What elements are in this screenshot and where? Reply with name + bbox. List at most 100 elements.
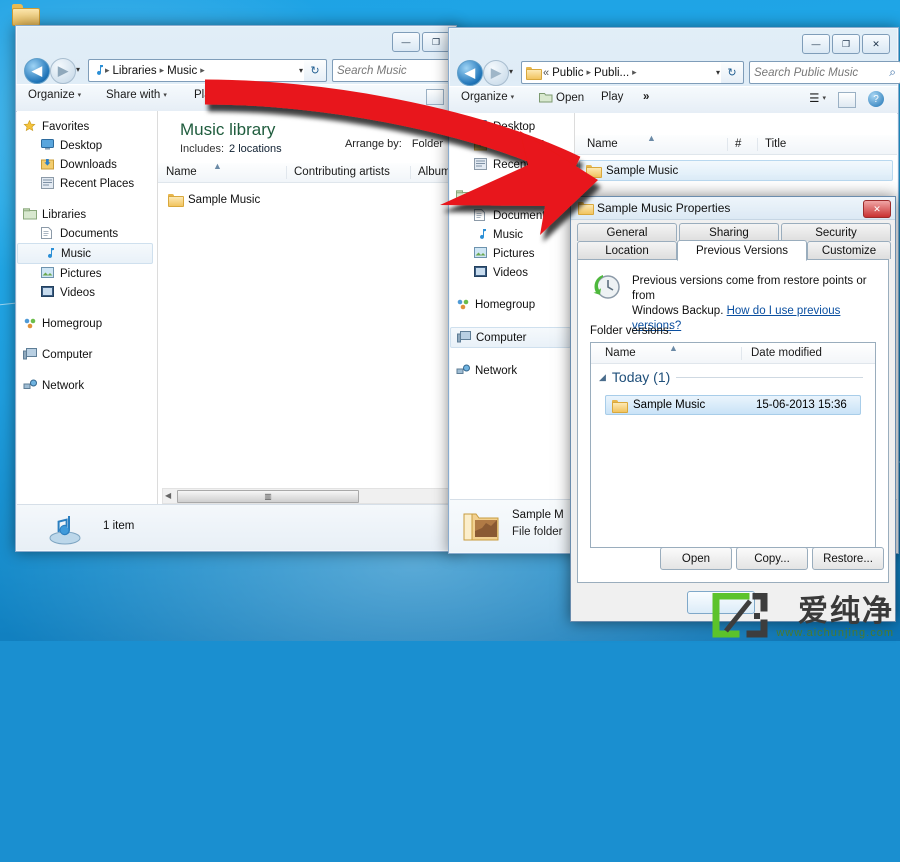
tab-sharing[interactable]: Sharing [679, 223, 779, 241]
more-commands-button[interactable]: » [643, 91, 649, 103]
column-number[interactable]: # [735, 138, 741, 150]
dialog-tabstrip[interactable]: General Sharing Security Location Previo… [577, 223, 891, 263]
sidebar-music[interactable]: Music [450, 225, 574, 244]
list-item[interactable]: Sample Music 15-06-2013 15:36 [605, 395, 861, 415]
column-date-modified[interactable]: Date modified [751, 347, 822, 359]
tab-customize[interactable]: Customize [807, 241, 891, 259]
column-name[interactable]: Name [587, 138, 618, 150]
music-navigation-pane[interactable]: Favorites Desktop Downloads Recent Place… [17, 111, 158, 550]
help-button[interactable]: ? [868, 91, 884, 107]
sidebar-downloads[interactable]: Downloads [450, 136, 574, 155]
maximize-button[interactable]: ❐ [422, 32, 450, 52]
music-window-buttons[interactable]: — ❐ [392, 32, 450, 52]
group-collapse-icon[interactable]: ◢ [599, 372, 606, 383]
column-name[interactable]: Name [605, 347, 636, 359]
restore-button[interactable]: Restore... [812, 547, 884, 570]
play-all-button[interactable]: Play all [194, 89, 231, 101]
new-folder-button[interactable]: New folder [254, 89, 309, 101]
public-window-titlebar[interactable]: — ❐ ✕ [449, 28, 898, 58]
sidebar-libraries[interactable]: Libraries [450, 187, 574, 206]
view-options-button[interactable]: ☰ ▾ [809, 91, 826, 105]
address-bar[interactable]: « Public ▸ Publi... ▸ ▾ [521, 61, 727, 84]
breadcrumb-public-music[interactable]: Publi... [592, 67, 631, 79]
table-row[interactable]: Sample Music [579, 160, 893, 181]
explorer-window-music[interactable]: — ❐ ◀ ▶ ▾ ▸ Libraries ▸ Music ▸ ▾ ↻ Sear… [15, 25, 460, 552]
forward-button[interactable]: ▶ [50, 58, 76, 84]
public-command-bar[interactable]: Organize ▾ Open Play » ☰ ▾ ? [449, 86, 898, 114]
dialog-titlebar[interactable]: Sample Music Properties ✕ [571, 197, 895, 220]
sidebar-documents[interactable]: Documents [17, 224, 157, 243]
recent-locations-caret-icon[interactable]: ▾ [76, 65, 80, 74]
group-header-today[interactable]: ◢ Today (1) [599, 369, 863, 385]
minimize-button[interactable]: — [392, 32, 420, 52]
preview-pane-button[interactable] [838, 92, 856, 108]
breadcrumb-overflow[interactable]: « [542, 67, 550, 79]
open-button[interactable]: Open [539, 91, 584, 104]
breadcrumb-public[interactable]: Public [550, 67, 585, 79]
sidebar-desktop[interactable]: Desktop [450, 117, 574, 136]
recent-locations-caret-icon[interactable]: ▾ [509, 67, 513, 76]
table-row[interactable]: Sample Music [162, 190, 451, 209]
organize-menu[interactable]: Organize ▾ [28, 89, 81, 101]
column-contributing-artists[interactable]: Contributing artists [294, 166, 390, 178]
public-column-header[interactable]: Name # Title ▲ [575, 133, 897, 155]
search-input[interactable]: Search Public Music [754, 67, 889, 79]
forward-button[interactable]: ▶ [483, 60, 509, 86]
breadcrumb-libraries[interactable]: Libraries [111, 65, 159, 77]
music-address-row[interactable]: ◀ ▶ ▾ ▸ Libraries ▸ Music ▸ ▾ ↻ Search M… [16, 56, 460, 84]
sidebar-documents[interactable]: Documents [450, 206, 574, 225]
music-command-bar[interactable]: Organize ▾ Share with ▾ Play all New fol… [16, 84, 456, 112]
sidebar-network[interactable]: Network [450, 361, 574, 380]
copy-button[interactable]: Copy... [736, 547, 808, 570]
search-input[interactable]: Search Music [337, 65, 455, 77]
restore-button[interactable]: ❐ [832, 34, 860, 54]
refresh-button[interactable]: ↻ [721, 61, 744, 84]
sidebar-homegroup[interactable]: Homegroup [17, 314, 157, 333]
play-button[interactable]: Play [601, 91, 623, 103]
versions-column-header[interactable]: Name Date modified ▲ [591, 343, 875, 364]
sidebar-downloads[interactable]: Downloads [17, 155, 157, 174]
public-address-row[interactable]: ◀ ▶ ▾ « Public ▸ Publi... ▸ ▾ ↻ Search P… [449, 58, 900, 86]
refresh-button[interactable]: ↻ [304, 59, 327, 82]
scroll-left-icon[interactable]: ◀ [165, 491, 171, 500]
folder-versions-list[interactable]: Name Date modified ▲ ◢ Today (1) Sample … [590, 342, 876, 548]
sidebar-computer[interactable]: Computer [450, 327, 571, 348]
sample-music-properties-dialog[interactable]: Sample Music Properties ✕ General Sharin… [570, 196, 896, 622]
sidebar-computer[interactable]: Computer [17, 345, 157, 364]
open-button[interactable]: Open [660, 547, 732, 570]
tab-security[interactable]: Security [781, 223, 891, 241]
sidebar-network[interactable]: Network [17, 376, 157, 395]
address-bar[interactable]: ▸ Libraries ▸ Music ▸ ▾ [88, 59, 310, 82]
sidebar-videos[interactable]: Videos [17, 283, 157, 302]
sidebar-recent-places[interactable]: Recent Places [17, 174, 157, 193]
breadcrumb-music[interactable]: Music [165, 65, 199, 77]
organize-menu[interactable]: Organize ▾ [461, 91, 514, 103]
sidebar-favorites[interactable]: Favorites [17, 117, 157, 136]
search-box[interactable]: Search Music [332, 59, 460, 82]
column-album[interactable]: Album [418, 166, 451, 178]
search-box[interactable]: Search Public Music ⌕ [749, 61, 900, 84]
sidebar-homegroup[interactable]: Homegroup [450, 295, 574, 314]
column-title[interactable]: Title [765, 138, 786, 150]
close-button[interactable]: ✕ [862, 34, 890, 54]
scrollbar-thumb[interactable]: ▥ [177, 490, 359, 503]
tab-previous-versions[interactable]: Previous Versions [677, 240, 807, 261]
sidebar-pictures[interactable]: Pictures [17, 264, 157, 283]
sidebar-libraries[interactable]: Libraries [17, 205, 157, 224]
music-column-header[interactable]: Name Contributing artists Album ▲ [158, 161, 455, 183]
tab-general[interactable]: General [577, 223, 677, 241]
music-list-pane[interactable]: Music library Includes: 2 locations Arra… [158, 111, 455, 550]
minimize-button[interactable]: — [802, 34, 830, 54]
arrange-by-value[interactable]: Folder [412, 138, 443, 150]
horizontal-scrollbar[interactable]: ◀ ▥ [162, 488, 451, 504]
column-name[interactable]: Name [166, 166, 197, 178]
sidebar-pictures[interactable]: Pictures [450, 244, 574, 263]
back-button[interactable]: ◀ [457, 60, 483, 86]
tab-location[interactable]: Location [577, 241, 677, 259]
library-includes-value[interactable]: 2 locations [229, 143, 282, 155]
sidebar-videos[interactable]: Videos [450, 263, 574, 282]
share-with-menu[interactable]: Share with ▾ [106, 89, 167, 101]
sidebar-desktop[interactable]: Desktop [17, 136, 157, 155]
preview-pane-button[interactable] [426, 89, 444, 105]
back-button[interactable]: ◀ [24, 58, 50, 84]
